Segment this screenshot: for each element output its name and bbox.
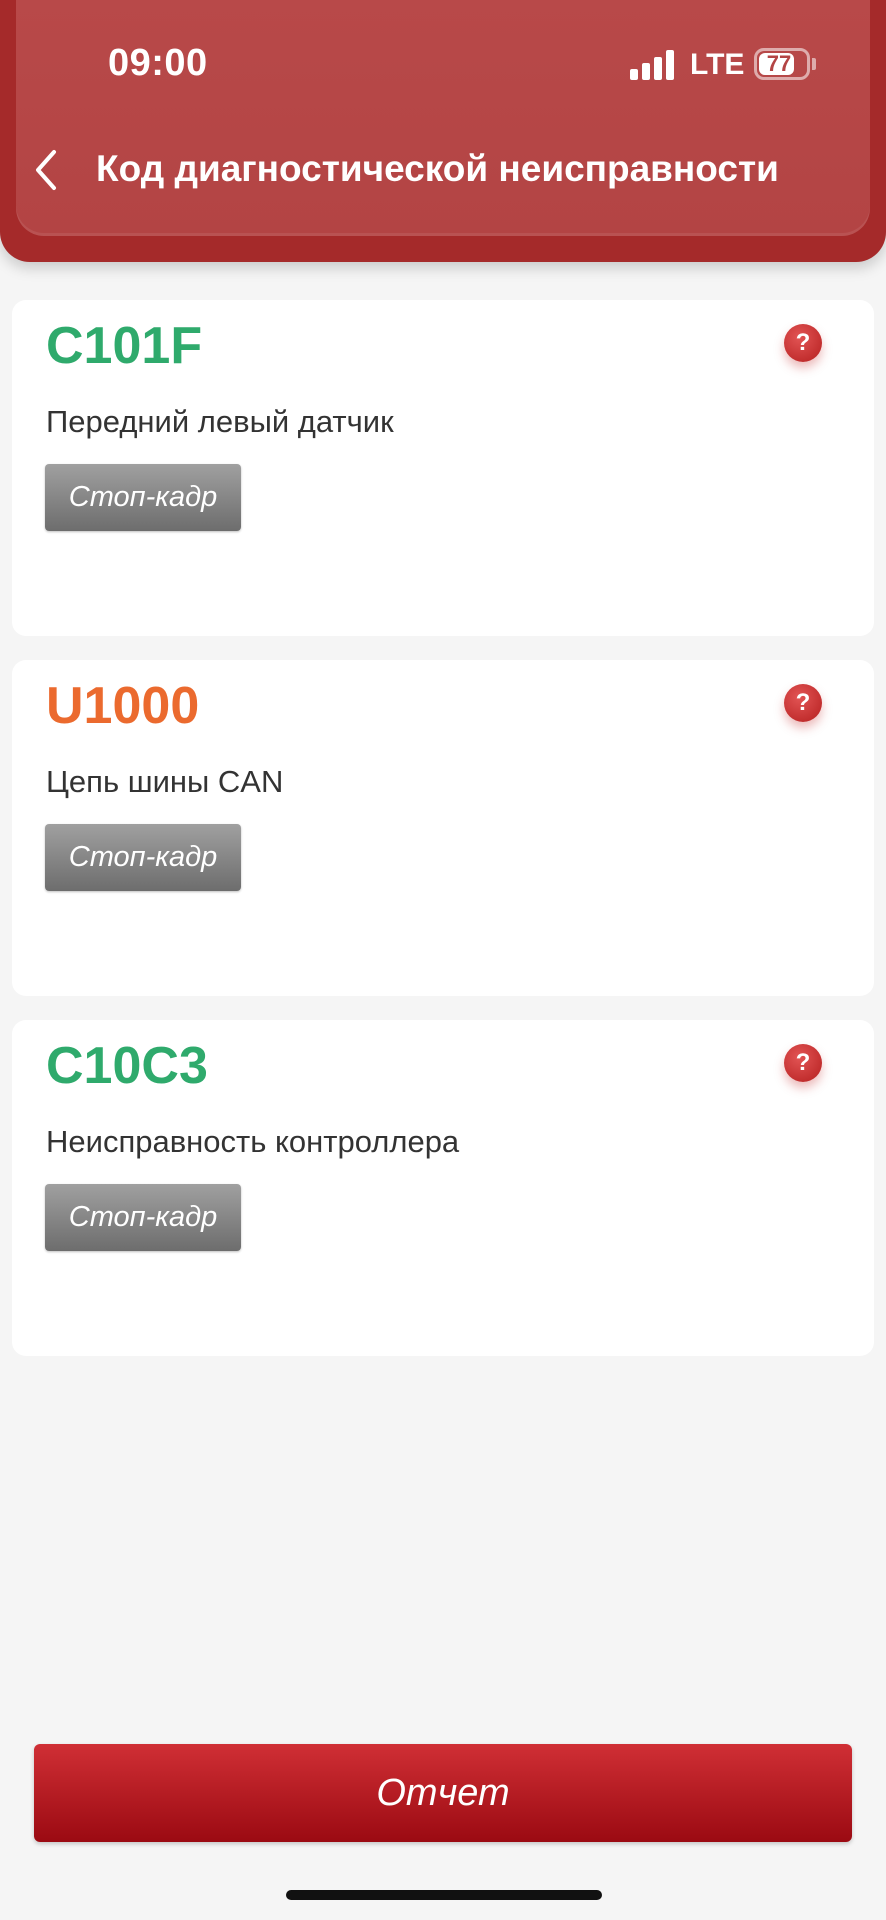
app-header: [0, 0, 886, 262]
dtc-description: Неисправность контроллера: [46, 1124, 460, 1159]
help-icon[interactable]: ?: [784, 324, 822, 362]
back-button[interactable]: [30, 140, 70, 200]
report-button[interactable]: Отчет: [34, 1744, 852, 1842]
freeze-frame-button[interactable]: Стоп-кадр: [45, 824, 241, 891]
dtc-card: C101F ? Передний левый датчик Стоп-кадр: [12, 300, 874, 636]
battery-tip: [812, 58, 816, 70]
network-type: LTE: [690, 48, 745, 81]
dtc-description: Передний левый датчик: [46, 404, 394, 439]
home-indicator: [286, 1890, 602, 1900]
dtc-code: C101F: [46, 317, 203, 375]
battery-level: 77: [766, 51, 792, 76]
dtc-description: Цепь шины CAN: [46, 764, 284, 799]
page-title: Код диагностической неисправности: [96, 148, 779, 189]
freeze-frame-button[interactable]: Стоп-кадр: [45, 464, 241, 531]
help-icon[interactable]: ?: [784, 1044, 822, 1082]
status-time: 09:00: [108, 42, 208, 84]
dtc-card: C10C3 ? Неисправность контроллера Стоп-к…: [12, 1020, 874, 1356]
signal-strength-icon: [630, 50, 676, 80]
dtc-card: U1000 ? Цепь шины CAN Стоп-кадр: [12, 660, 874, 996]
chevron-left-icon: [36, 150, 56, 190]
battery-icon: 77: [754, 48, 810, 80]
help-icon[interactable]: ?: [784, 684, 822, 722]
header-panel: [16, 0, 870, 236]
dtc-code: C10C3: [46, 1037, 208, 1095]
dtc-code: U1000: [46, 677, 200, 735]
freeze-frame-button[interactable]: Стоп-кадр: [45, 1184, 241, 1251]
